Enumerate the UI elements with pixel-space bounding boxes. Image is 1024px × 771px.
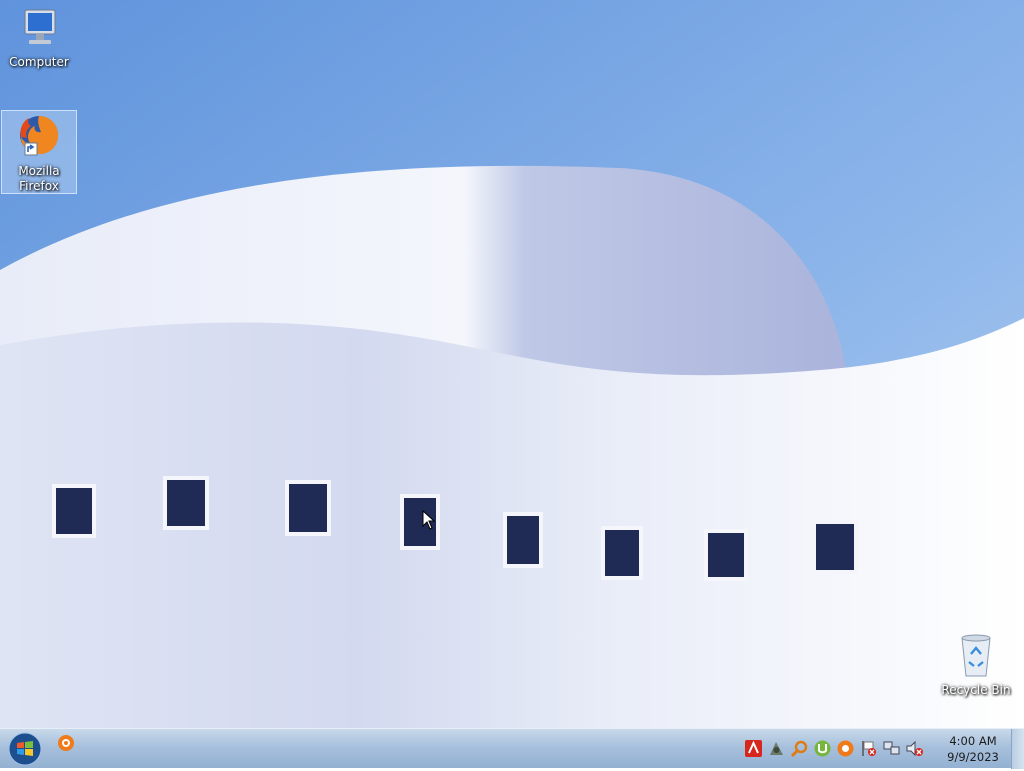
- desktop-icon-label: Recycle Bin: [941, 683, 1011, 697]
- avast-icon[interactable]: [836, 739, 855, 758]
- network-icon[interactable]: [882, 739, 901, 758]
- utorrent-icon[interactable]: [813, 739, 832, 758]
- taskbar-pinned-avast[interactable]: [56, 733, 78, 755]
- desktop-icon-label: Computer: [9, 55, 69, 69]
- start-button[interactable]: [6, 731, 44, 767]
- clock-date: 9/9/2023: [947, 750, 999, 764]
- avira-icon[interactable]: [744, 739, 763, 758]
- desktop[interactable]: Computer Mozilla Firefox Recycle Bin: [0, 0, 1024, 728]
- search-tool-icon[interactable]: [790, 739, 809, 758]
- wallpaper: [0, 0, 1024, 728]
- show-desktop-button[interactable]: [1011, 729, 1024, 769]
- desktop-icon-recycle-bin[interactable]: Recycle Bin: [938, 632, 1014, 702]
- windows-start-orb-icon: [8, 732, 42, 766]
- taskbar-clock[interactable]: 4:00 AM 9/9/2023: [936, 733, 1010, 765]
- clock-time: 4:00 AM: [949, 734, 997, 748]
- action-center-flag-icon[interactable]: [859, 739, 878, 758]
- volume-muted-icon[interactable]: [905, 739, 924, 758]
- taskbar: 4:00 AM 9/9/2023: [0, 728, 1024, 769]
- recycle-bin-icon: [961, 634, 991, 677]
- network-tool-icon[interactable]: [767, 739, 786, 758]
- computer-icon: [24, 9, 56, 44]
- avast-icon: [58, 735, 74, 751]
- desktop-icon-label: Mozilla Firefox: [18, 164, 60, 193]
- desktop-icon-computer[interactable]: Computer: [1, 6, 77, 76]
- system-tray: [744, 739, 924, 759]
- desktop-icon-firefox[interactable]: Mozilla Firefox: [1, 110, 77, 194]
- firefox-icon: [20, 116, 59, 156]
- mouse-cursor: [422, 510, 436, 530]
